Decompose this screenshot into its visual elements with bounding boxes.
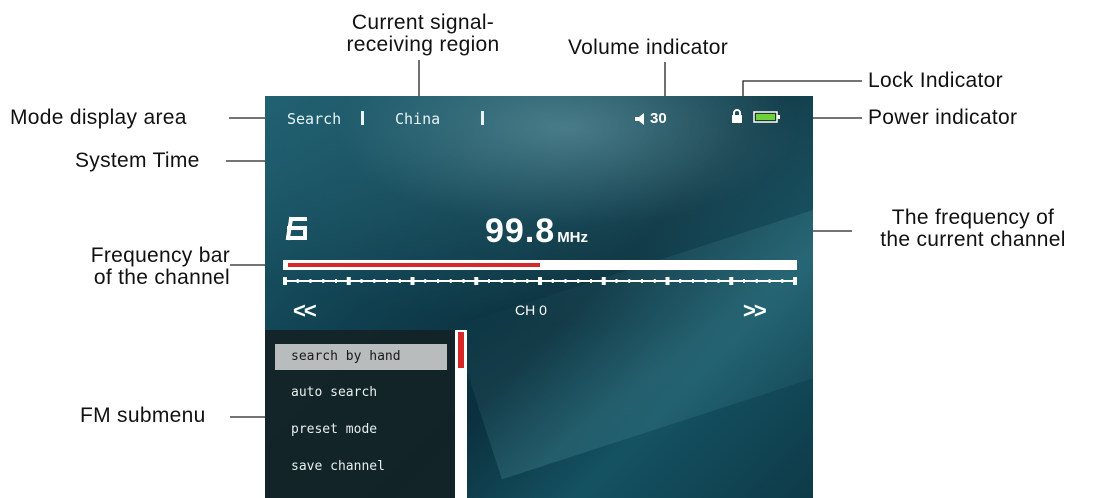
scale-tick <box>335 279 337 283</box>
scale-tick <box>309 279 312 283</box>
submenu-item-search-by-hand[interactable]: search by hand <box>275 344 447 370</box>
region-display: China <box>395 110 441 128</box>
scale-tick <box>717 279 720 283</box>
scale-tick <box>743 279 745 283</box>
frequency-unit: MHz <box>557 229 589 246</box>
frequency-bar <box>283 260 797 270</box>
scale-tick <box>601 277 606 285</box>
annotation-power-indicator: Power indicator <box>868 106 1018 129</box>
scale-tick <box>526 279 529 283</box>
annotation-volume-indicator: Volume indicator <box>568 36 729 59</box>
scale-tick <box>704 279 707 283</box>
frequency-value: 99.8 <box>485 212 556 250</box>
scale-tick <box>590 279 592 283</box>
next-channel-button[interactable]: >> <box>743 298 767 324</box>
scale-tick <box>729 277 734 285</box>
submenu-item-save-channel[interactable]: save channel <box>275 454 447 480</box>
preset-number <box>285 216 307 241</box>
scale-tick <box>755 279 758 283</box>
scale-tick <box>781 279 784 283</box>
scale-tick <box>665 277 670 285</box>
frequency-display: 99.8 MHz <box>485 212 588 251</box>
battery-icon <box>753 111 780 123</box>
annotation-lock-indicator: Lock Indicator <box>868 69 1003 92</box>
device-screen: Search China 30 99.8 MHz << CH 0 >> sear… <box>265 96 813 498</box>
scale-tick <box>474 277 479 285</box>
frequency-scale <box>283 277 797 285</box>
status-separator <box>481 111 484 125</box>
annotation-mode-display-area: Mode display area <box>10 106 187 129</box>
scale-tick <box>538 277 542 285</box>
scale-tick <box>577 279 580 283</box>
scale-tick <box>296 279 299 283</box>
fm-submenu: search by hand auto search preset mode s… <box>265 330 455 498</box>
scale-tick <box>564 279 567 283</box>
scale-tick <box>551 279 554 283</box>
annotation-frequency-bar: Frequency bar of the channel <box>90 244 230 289</box>
volume-value: 30 <box>650 110 667 127</box>
scale-tick <box>513 279 516 283</box>
scale-tick <box>398 279 401 283</box>
scale-tick <box>373 279 376 283</box>
scale-tick <box>615 279 618 283</box>
scale-tick <box>424 279 427 283</box>
lock-icon <box>732 109 742 123</box>
scale-tick <box>360 279 363 283</box>
scale-tick <box>322 279 325 283</box>
submenu-scrollbar[interactable] <box>455 330 467 498</box>
annotation-system-time: System Time <box>75 149 200 172</box>
submenu-scroll-thumb[interactable] <box>458 332 464 368</box>
submenu-item-auto-search[interactable]: auto search <box>275 380 447 406</box>
scale-tick <box>768 279 771 283</box>
scale-tick <box>410 277 415 285</box>
scale-tick <box>679 279 682 283</box>
scale-tick <box>462 279 465 283</box>
mode-display: Search <box>287 110 342 128</box>
status-separator <box>361 111 364 125</box>
scale-tick <box>386 279 388 283</box>
scale-tick <box>449 279 452 283</box>
scale-tick <box>641 279 643 283</box>
annotation-fm-submenu: FM submenu <box>80 404 206 427</box>
scale-tick <box>488 279 490 283</box>
prev-channel-button[interactable]: << <box>293 298 317 324</box>
scale-tick <box>793 277 797 285</box>
volume-indicator: 30 <box>633 110 667 127</box>
speaker-icon <box>635 112 644 125</box>
scale-tick <box>437 279 439 283</box>
scale-tick <box>500 279 503 283</box>
annotation-signal-region: Current signal- receiving region <box>346 11 500 56</box>
scale-tick <box>346 277 351 285</box>
submenu-item-preset-mode[interactable]: preset mode <box>275 417 447 443</box>
channel-label: CH 0 <box>515 302 547 318</box>
scale-tick <box>653 279 656 283</box>
scale-tick <box>283 277 287 285</box>
scale-tick <box>692 279 694 283</box>
annotation-frequency-current-channel: The frequency of the current channel <box>880 206 1066 251</box>
frequency-bar-fill <box>288 263 540 267</box>
scale-tick <box>628 279 631 283</box>
